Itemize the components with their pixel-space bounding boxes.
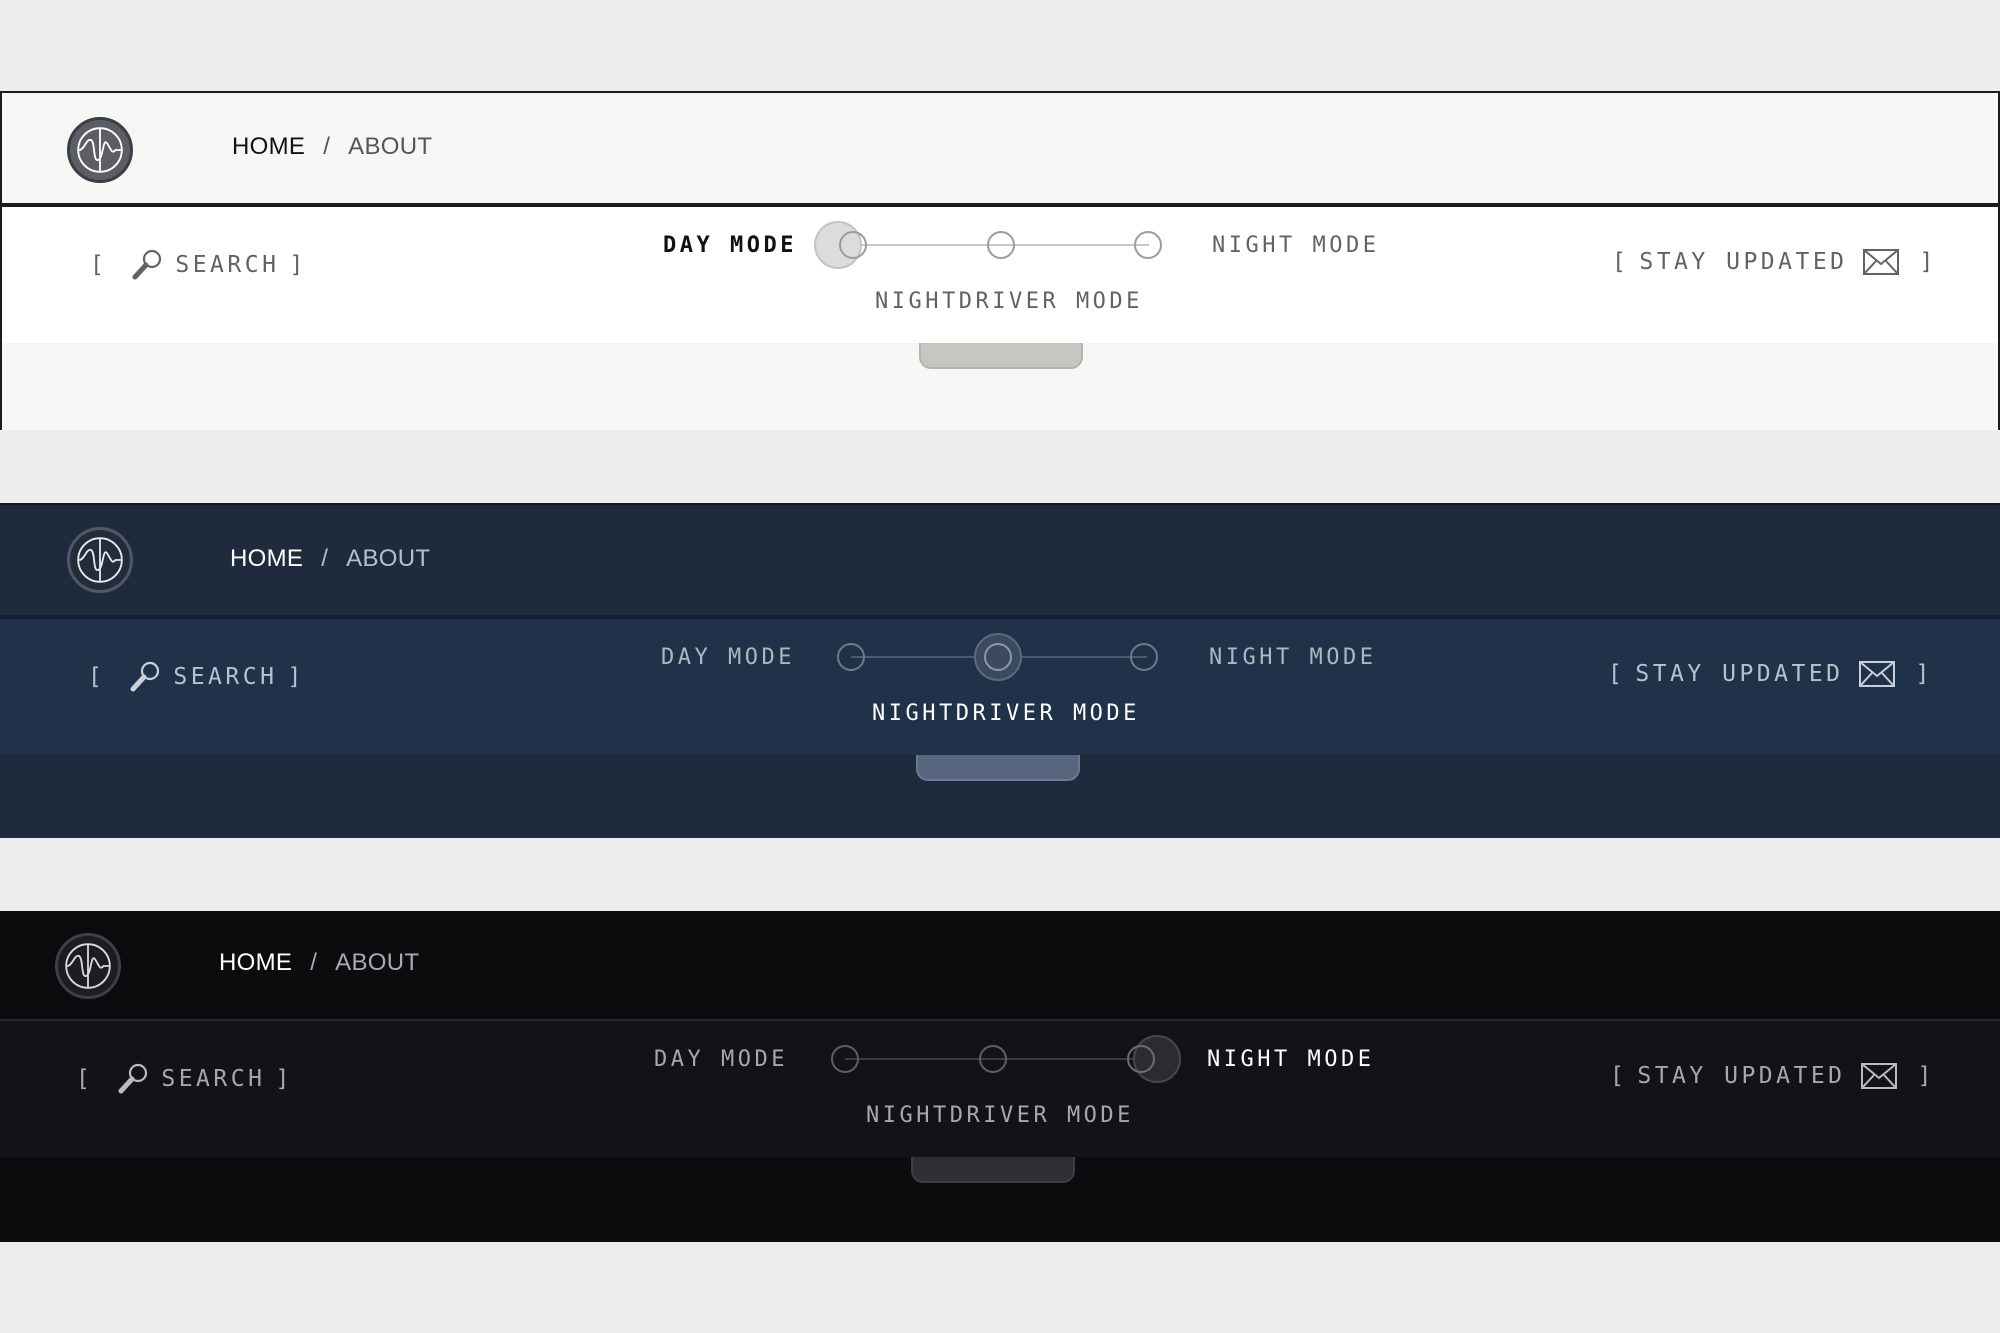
breadcrumb-home-link[interactable]: HOME [232, 133, 305, 160]
day-mode-label[interactable]: DAY MODE [654, 1047, 788, 1072]
bracket-close: ] [287, 664, 305, 690]
bracket-open: [ [88, 664, 106, 690]
bracket-close: ] [1919, 249, 1937, 275]
theme-stop-night[interactable] [1130, 643, 1158, 671]
breadcrumb-home-link[interactable]: HOME [230, 545, 303, 572]
bracket-close: ] [289, 252, 307, 278]
waveform-logo-icon[interactable] [55, 933, 121, 999]
theme-stop-nightdriver[interactable] [979, 1045, 1007, 1073]
stay-updated-label: STAY UPDATED [1635, 661, 1844, 687]
theme-stop-night[interactable] [1134, 231, 1162, 259]
breadcrumb-about-link[interactable]: ABOUT [346, 545, 430, 572]
theme-stop-day[interactable] [837, 643, 865, 671]
search-label: SEARCH [161, 1066, 266, 1092]
bracket-open: [ [1608, 661, 1626, 687]
day-mode-label[interactable]: DAY MODE [663, 233, 797, 258]
toolbar-pull-tab[interactable] [919, 343, 1083, 369]
night-mode-label[interactable]: NIGHT MODE [1209, 645, 1376, 670]
search-label: SEARCH [173, 664, 278, 690]
breadcrumb-separator: / [310, 949, 318, 976]
stay-updated-label: STAY UPDATED [1639, 249, 1848, 275]
toolbar-pull-tab[interactable] [911, 1157, 1075, 1183]
breadcrumb-separator: / [323, 133, 331, 160]
bracket-open: [ [1610, 1063, 1628, 1089]
breadcrumb: HOME / ABOUT [219, 949, 419, 977]
search-button[interactable]: [ SEARCH ] [66, 1061, 303, 1097]
nightdriver-mode-label[interactable]: NIGHTDRIVER MODE [875, 289, 1143, 314]
theme-stop-nightdriver[interactable] [984, 643, 1012, 671]
header-day-mode: HOME / ABOUT [ SEARCH ] DAY MODE NIGHT MOD… [0, 91, 2000, 430]
bracket-open: [ [1612, 249, 1630, 275]
magnifier-icon [130, 661, 160, 692]
search-button[interactable]: [ SEARCH ] [78, 659, 315, 695]
nightdriver-mode-label[interactable]: NIGHTDRIVER MODE [872, 701, 1140, 726]
theme-stop-nightdriver[interactable] [987, 231, 1015, 259]
bracket-close: ] [1915, 661, 1933, 687]
stay-updated-button[interactable]: [ STAY UPDATED ] [1598, 659, 1943, 689]
nightdriver-mode-label[interactable]: NIGHTDRIVER MODE [866, 1103, 1134, 1128]
breadcrumb-about-link[interactable]: ABOUT [335, 949, 419, 976]
header-night-mode: HOME / ABOUT [ SEARCH ] DAY MODE NIGHT MOD… [0, 911, 2000, 1242]
envelope-icon [1862, 249, 1899, 275]
theme-stop-day[interactable] [839, 231, 867, 259]
toolbar: [ SEARCH ] DAY MODE NIGHT MODE NIGHTDRIV… [2, 207, 1998, 343]
toolbar: [ SEARCH ] DAY MODE NIGHT MODE NIGHTDRIV… [0, 1021, 2000, 1157]
search-label: SEARCH [175, 252, 280, 278]
header-nightdriver-mode: HOME / ABOUT [ SEARCH ] DAY MODE NIGHT MOD… [0, 503, 2000, 838]
toolbar: [ SEARCH ] DAY MODE NIGHT MODE NIGHTDRIV… [0, 619, 2000, 755]
toolbar-pull-tab[interactable] [916, 755, 1080, 781]
theme-stop-night[interactable] [1127, 1045, 1155, 1073]
envelope-icon [1858, 661, 1895, 687]
night-mode-label[interactable]: NIGHT MODE [1207, 1047, 1374, 1072]
search-button[interactable]: [ SEARCH ] [80, 247, 317, 283]
waveform-logo-icon[interactable] [67, 527, 133, 593]
stay-updated-label: STAY UPDATED [1637, 1063, 1846, 1089]
envelope-icon [1860, 1063, 1897, 1089]
night-mode-label[interactable]: NIGHT MODE [1212, 233, 1379, 258]
breadcrumb-separator: / [321, 545, 329, 572]
breadcrumb-about-link[interactable]: ABOUT [348, 133, 432, 160]
theme-stop-day[interactable] [831, 1045, 859, 1073]
bracket-close: ] [275, 1066, 293, 1092]
top-nav-bar: HOME / ABOUT [0, 911, 2000, 1021]
stay-updated-button[interactable]: [ STAY UPDATED ] [1600, 1061, 1945, 1091]
bracket-open: [ [90, 252, 108, 278]
top-nav-bar: HOME / ABOUT [2, 93, 1998, 207]
breadcrumb-home-link[interactable]: HOME [219, 949, 292, 976]
magnifier-icon [132, 249, 162, 280]
bracket-close: ] [1917, 1063, 1935, 1089]
top-nav-bar: HOME / ABOUT [0, 505, 2000, 619]
breadcrumb: HOME / ABOUT [230, 545, 430, 573]
day-mode-label[interactable]: DAY MODE [661, 645, 795, 670]
bracket-open: [ [76, 1066, 94, 1092]
breadcrumb: HOME / ABOUT [232, 133, 432, 161]
waveform-logo-icon[interactable] [67, 117, 133, 183]
stay-updated-button[interactable]: [ STAY UPDATED ] [1602, 247, 1947, 277]
magnifier-icon [118, 1063, 148, 1094]
